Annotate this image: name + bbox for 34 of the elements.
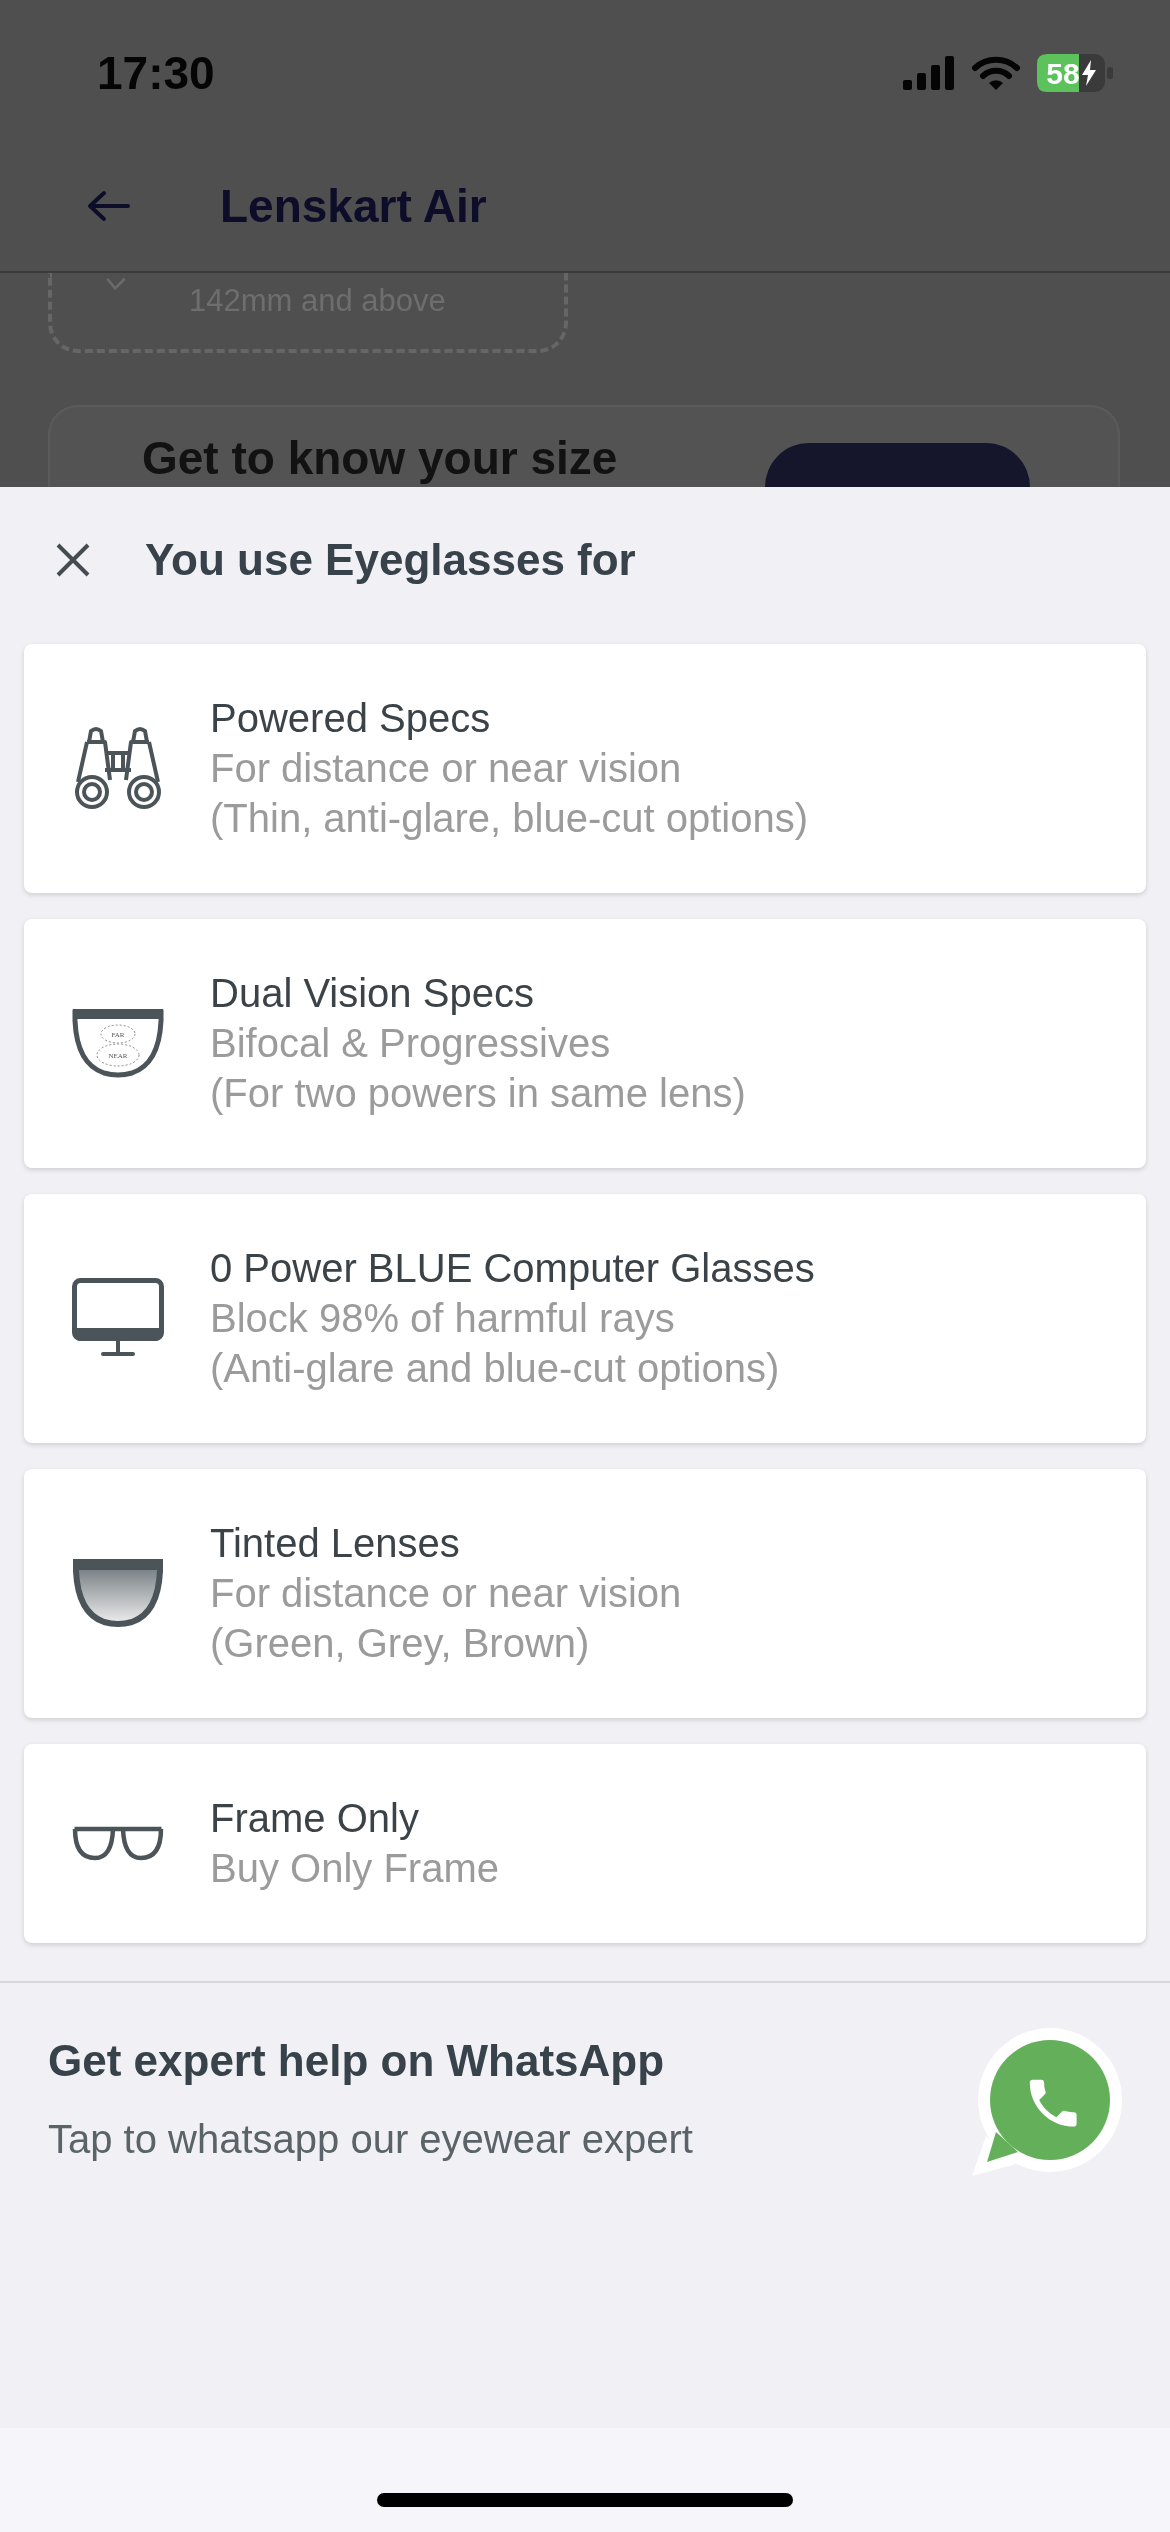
help-title: Get expert help on WhatsApp (48, 2036, 665, 2086)
option-detail: Block 98% of harmful rays (210, 1295, 676, 1342)
option-detail: (Green, Grey, Brown) (210, 1620, 591, 1667)
option-title: 0 Power BLUE Computer Glasses (210, 1245, 815, 1292)
option-detail: (Anti-glare and blue-cut options) (210, 1345, 781, 1392)
option-card[interactable]: Tinted Lenses For distance or near vision (Green, Grey, Brown) (24, 1469, 1146, 1718)
sheet-title: You use Eyeglasses for (145, 535, 636, 585)
option-detail: Bifocal & Progressives (210, 1020, 612, 1067)
option-title: Tinted Lenses (210, 1520, 461, 1567)
option-detail: For distance or near vision (210, 1570, 682, 1617)
option-card[interactable]: Powered Specs For distance or near vision (Thin, anti-glare, blue-cut options) (24, 644, 1146, 893)
close-icon[interactable] (55, 542, 91, 578)
monitor-icon (72, 1278, 164, 1358)
option-title: Frame Only (210, 1795, 420, 1842)
option-detail: (Thin, anti-glare, blue-cut options) (210, 795, 809, 842)
chevron-down-icon (105, 277, 127, 291)
page-title: Lenskart Air (220, 178, 487, 233)
binoculars-icon (72, 726, 164, 810)
promo-title: Get to know your size (142, 433, 618, 483)
option-detail: (For two powers in same lens) (210, 1070, 746, 1117)
wifi-icon (971, 55, 1021, 91)
option-card[interactable]: 0 Power BLUE Computer Glasses Block 98% of harmful rays (Anti-glare and blue-cut options) (24, 1194, 1146, 1443)
signal-icon (903, 56, 955, 90)
option-title: Powered Specs (210, 695, 492, 742)
eyeglasses-frame-icon (72, 1824, 164, 1862)
phone-chat-bubble-icon[interactable] (970, 2028, 1122, 2178)
back-arrow-icon[interactable] (86, 189, 130, 222)
option-card[interactable]: Frame Only Buy Only Frame (24, 1744, 1146, 1943)
tinted-lens-icon (72, 1558, 164, 1628)
option-title: Dual Vision Specs (210, 970, 535, 1017)
option-detail: For distance or near vision (210, 745, 683, 792)
status-time: 17:30 (97, 46, 215, 100)
help-subtitle: Tap to whatsapp our eyewear expert (48, 2116, 693, 2163)
option-detail: Buy Only Frame (210, 1845, 499, 1892)
